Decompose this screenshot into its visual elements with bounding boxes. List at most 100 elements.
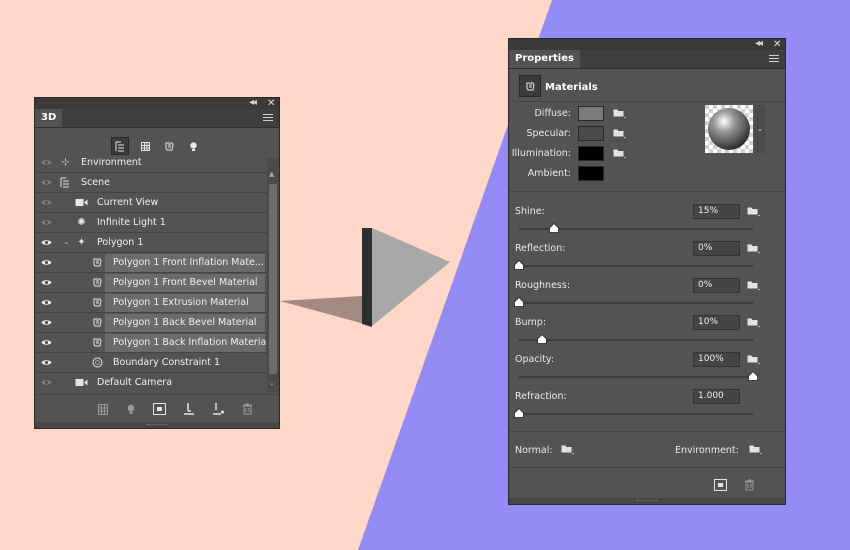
render-icon[interactable] xyxy=(713,478,727,492)
folder-icon[interactable] xyxy=(747,243,760,254)
folder-icon[interactable] xyxy=(747,206,760,217)
normal-label: Normal: xyxy=(515,445,553,456)
material-preview[interactable] xyxy=(705,105,753,153)
visibility-eye-icon[interactable] xyxy=(41,338,52,347)
materials-icon xyxy=(519,75,541,97)
slider-thumb[interactable] xyxy=(537,334,548,344)
resize-grip[interactable] xyxy=(35,422,279,428)
ambient-label: Ambient: xyxy=(527,168,571,179)
layer-label: Polygon 1 xyxy=(97,237,144,248)
illumination-swatch[interactable] xyxy=(578,146,604,161)
ground-icon[interactable] xyxy=(182,402,196,416)
layer-row-back-inflation[interactable]: Polygon 1 Back Inflation Material xyxy=(35,333,267,353)
material-filter-icon[interactable] xyxy=(160,137,178,155)
material-icon xyxy=(91,256,104,269)
drop-to-plane-icon[interactable] xyxy=(211,402,225,416)
folder-icon[interactable] xyxy=(747,280,760,291)
layer-row-environment[interactable]: ⊹ Environment xyxy=(35,158,267,173)
render-icon[interactable] xyxy=(152,402,166,416)
slider-value-input[interactable]: 100% xyxy=(693,352,740,367)
visibility-eye-icon[interactable] xyxy=(41,218,52,227)
delete-icon[interactable] xyxy=(742,478,756,492)
slider-track[interactable] xyxy=(519,302,753,304)
divider xyxy=(509,467,785,468)
slider-value-input[interactable]: 0% xyxy=(693,278,740,293)
slider-track[interactable] xyxy=(519,376,753,378)
normal-folder-icon[interactable] xyxy=(561,444,574,455)
delete-icon[interactable] xyxy=(240,402,254,416)
preview-dropdown-icon[interactable]: ⌄ xyxy=(755,105,765,153)
diffuse-swatch[interactable] xyxy=(578,106,604,121)
visibility-eye-icon[interactable] xyxy=(41,158,52,167)
layer-row-front-inflation[interactable]: Polygon 1 Front Inflation Mate... xyxy=(35,253,267,273)
slider-thumb[interactable] xyxy=(514,260,524,270)
layer-row-scene[interactable]: Scene xyxy=(35,173,267,193)
scene-filter-icon[interactable] xyxy=(111,137,129,155)
scroll-up-icon[interactable]: ▲ xyxy=(269,170,274,178)
light-bulb-icon[interactable] xyxy=(124,402,138,416)
panel-menu-icon[interactable] xyxy=(769,55,779,63)
specular-swatch[interactable] xyxy=(578,126,604,141)
environment-folder-icon[interactable] xyxy=(749,444,762,455)
camera-icon xyxy=(75,376,88,389)
slider-thumb[interactable] xyxy=(748,371,758,381)
collapse-icon[interactable]: ◂◂ xyxy=(755,38,763,49)
tab-bar: Properties xyxy=(509,50,785,69)
collapse-icon[interactable]: ◂◂ xyxy=(249,97,257,108)
mesh-icon[interactable] xyxy=(96,402,110,416)
layer-label: Polygon 1 Front Bevel Material xyxy=(113,277,258,288)
slider-value-input[interactable]: 0% xyxy=(693,241,740,256)
visibility-eye-icon[interactable] xyxy=(41,378,52,387)
layer-row-front-bevel[interactable]: Polygon 1 Front Bevel Material xyxy=(35,273,267,293)
divider xyxy=(509,191,785,192)
layer-label: Environment xyxy=(81,158,142,168)
slider-track[interactable] xyxy=(519,339,753,341)
slider-thumb[interactable] xyxy=(514,408,524,418)
close-icon[interactable]: ✕ xyxy=(267,98,275,109)
ambient-swatch[interactable] xyxy=(578,166,604,181)
slider-track[interactable] xyxy=(519,265,753,267)
visibility-eye-icon[interactable] xyxy=(41,178,52,187)
constraint-icon xyxy=(91,356,104,369)
mesh-filter-icon[interactable] xyxy=(136,137,154,155)
layer-row-back-bevel[interactable]: Polygon 1 Back Bevel Material xyxy=(35,313,267,333)
panel-header-bar: ◂◂ ✕ xyxy=(35,97,279,109)
visibility-eye-icon[interactable] xyxy=(41,298,52,307)
folder-icon[interactable] xyxy=(747,354,760,365)
resize-grip[interactable] xyxy=(509,498,785,504)
visibility-eye-icon[interactable] xyxy=(41,278,52,287)
scrollbar-thumb[interactable] xyxy=(269,184,277,374)
folder-icon[interactable] xyxy=(747,317,760,328)
folder-icon[interactable] xyxy=(613,108,626,119)
folder-icon[interactable] xyxy=(613,148,626,159)
panel-menu-icon[interactable] xyxy=(263,114,273,122)
scroll-down-icon[interactable]: ⌄ xyxy=(269,379,275,387)
layer-row-extrusion[interactable]: Polygon 1 Extrusion Material xyxy=(35,293,267,313)
specular-label: Specular: xyxy=(526,128,571,139)
material-icon xyxy=(91,296,104,309)
visibility-eye-icon[interactable] xyxy=(41,198,52,207)
slider-track[interactable] xyxy=(519,413,753,415)
layer-row-infinite-light[interactable]: ✺ Infinite Light 1 xyxy=(35,213,267,233)
slider-thumb[interactable] xyxy=(549,223,559,233)
visibility-eye-icon[interactable] xyxy=(41,238,52,247)
visibility-eye-icon[interactable] xyxy=(41,358,52,367)
slider-value-input[interactable]: 15% xyxy=(693,204,740,219)
layer-row-polygon-1[interactable]: ⌄ ✦ Polygon 1 xyxy=(35,233,267,253)
layer-row-boundary-constraint[interactable]: Boundary Constraint 1 xyxy=(35,353,267,373)
material-icon xyxy=(91,276,104,289)
slider-value-input[interactable]: 10% xyxy=(693,315,740,330)
slider-value-input[interactable]: 1.000 xyxy=(693,389,740,404)
layer-row-default-camera[interactable]: Default Camera xyxy=(35,373,267,392)
visibility-eye-icon[interactable] xyxy=(41,258,52,267)
slider-thumb[interactable] xyxy=(514,297,524,307)
tab-3d[interactable]: 3D xyxy=(35,109,63,127)
material-icon xyxy=(91,336,104,349)
layer-row-current-view[interactable]: Current View xyxy=(35,193,267,213)
tab-properties[interactable]: Properties xyxy=(509,50,580,68)
close-icon[interactable]: ✕ xyxy=(773,39,781,50)
chevron-down-icon[interactable]: ⌄ xyxy=(63,237,70,246)
visibility-eye-icon[interactable] xyxy=(41,318,52,327)
folder-icon[interactable] xyxy=(613,128,626,139)
light-filter-icon[interactable] xyxy=(184,137,202,155)
